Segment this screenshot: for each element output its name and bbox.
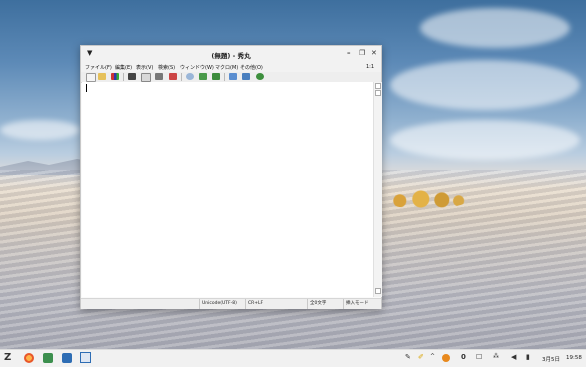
hidemaru-icon[interactable] — [80, 352, 91, 363]
find-prev-icon[interactable] — [212, 73, 220, 80]
cloud — [390, 60, 580, 110]
minimize-button[interactable]: – — [347, 49, 351, 57]
print-icon[interactable] — [128, 73, 136, 80]
cloud — [420, 8, 570, 48]
status-linebreak[interactable]: CR+LF — [245, 299, 289, 309]
desert-bushes — [383, 190, 467, 208]
cut-icon[interactable] — [155, 73, 163, 80]
orange-app-icon[interactable] — [442, 354, 450, 362]
clock-date[interactable]: 3月5日 — [542, 355, 560, 363]
scroll-down-button[interactable] — [375, 288, 381, 294]
cursor-position: 1:1 — [365, 64, 374, 70]
clipboard-icon[interactable]: ☐ — [476, 353, 482, 361]
volume-icon[interactable]: ◀ — [511, 353, 516, 361]
close-button[interactable]: ✕ — [371, 49, 377, 57]
store-icon[interactable] — [43, 353, 53, 363]
menu-file[interactable]: ファイル(F) — [85, 64, 112, 71]
open-folder-icon[interactable] — [98, 73, 106, 80]
status-encoding[interactable]: Unicode(UTF-8) — [199, 299, 245, 309]
text-editor-area[interactable] — [82, 82, 373, 297]
menu-bar: ファイル(F) 編集(E) 表示(V) 検索(S) ウィンドウ(W) マクロ(M… — [81, 62, 381, 72]
help-icon[interactable] — [256, 73, 264, 80]
vertical-scrollbar[interactable] — [373, 82, 382, 297]
window-title: (無題) - 秀丸 — [211, 52, 251, 60]
editor-window: ▼ (無題) - 秀丸 – ❐ ✕ ファイル(F) 編集(E) 表示(V) 検索… — [80, 45, 382, 309]
chevron-up-icon[interactable]: ^ — [430, 353, 435, 360]
taskbar: Z ✎ ✐ ^ 0 ☐ ⁂ ◀ ▮ 3月5日 19:58 — [0, 349, 586, 367]
menu-other[interactable]: その他(O) — [240, 64, 263, 71]
menu-edit[interactable]: 編集(E) — [115, 64, 132, 71]
menu-window[interactable]: ウィンドウ(W) — [180, 64, 214, 71]
new-file-icon[interactable] — [86, 73, 96, 82]
text-caret — [86, 84, 87, 92]
copy-icon[interactable] — [141, 73, 151, 82]
window-list-icon[interactable] — [242, 73, 250, 80]
menu-view[interactable]: 表示(V) — [136, 64, 153, 71]
menu-macro[interactable]: マクロ(M) — [215, 64, 238, 71]
find-next-icon[interactable] — [199, 73, 207, 80]
badge-count[interactable]: 0 — [461, 353, 466, 361]
camera-icon[interactable] — [62, 353, 72, 363]
scroll-up-button[interactable] — [375, 83, 381, 89]
restore-button[interactable]: ❐ — [359, 49, 365, 57]
notes-icon[interactable]: ✎ — [405, 353, 411, 361]
status-bar: Unicode(UTF-8) CR+LF 全0文字 挿入モード — [81, 298, 381, 309]
status-char-count: 全0文字 — [307, 299, 343, 309]
grep-icon[interactable] — [229, 73, 237, 80]
search-icon[interactable] — [186, 73, 194, 80]
title-bar: ▼ (無題) - 秀丸 – ❐ ✕ — [81, 46, 381, 62]
paste-icon[interactable] — [169, 73, 177, 80]
sticky-note-icon[interactable]: ✐ — [418, 353, 424, 361]
cloud — [0, 120, 80, 140]
start-menu-icon[interactable]: Z — [4, 353, 14, 363]
cloud — [390, 120, 580, 160]
split-button[interactable] — [375, 90, 381, 96]
status-insert-mode[interactable]: 挿入モード — [343, 299, 381, 309]
firefox-icon[interactable] — [24, 353, 34, 363]
network-icon[interactable]: ⁂ — [493, 353, 499, 360]
save-icon[interactable] — [111, 73, 119, 80]
clock-time[interactable]: 19:58 — [566, 355, 582, 361]
menu-search[interactable]: 検索(S) — [158, 64, 175, 71]
battery-icon[interactable]: ▮ — [526, 353, 530, 361]
